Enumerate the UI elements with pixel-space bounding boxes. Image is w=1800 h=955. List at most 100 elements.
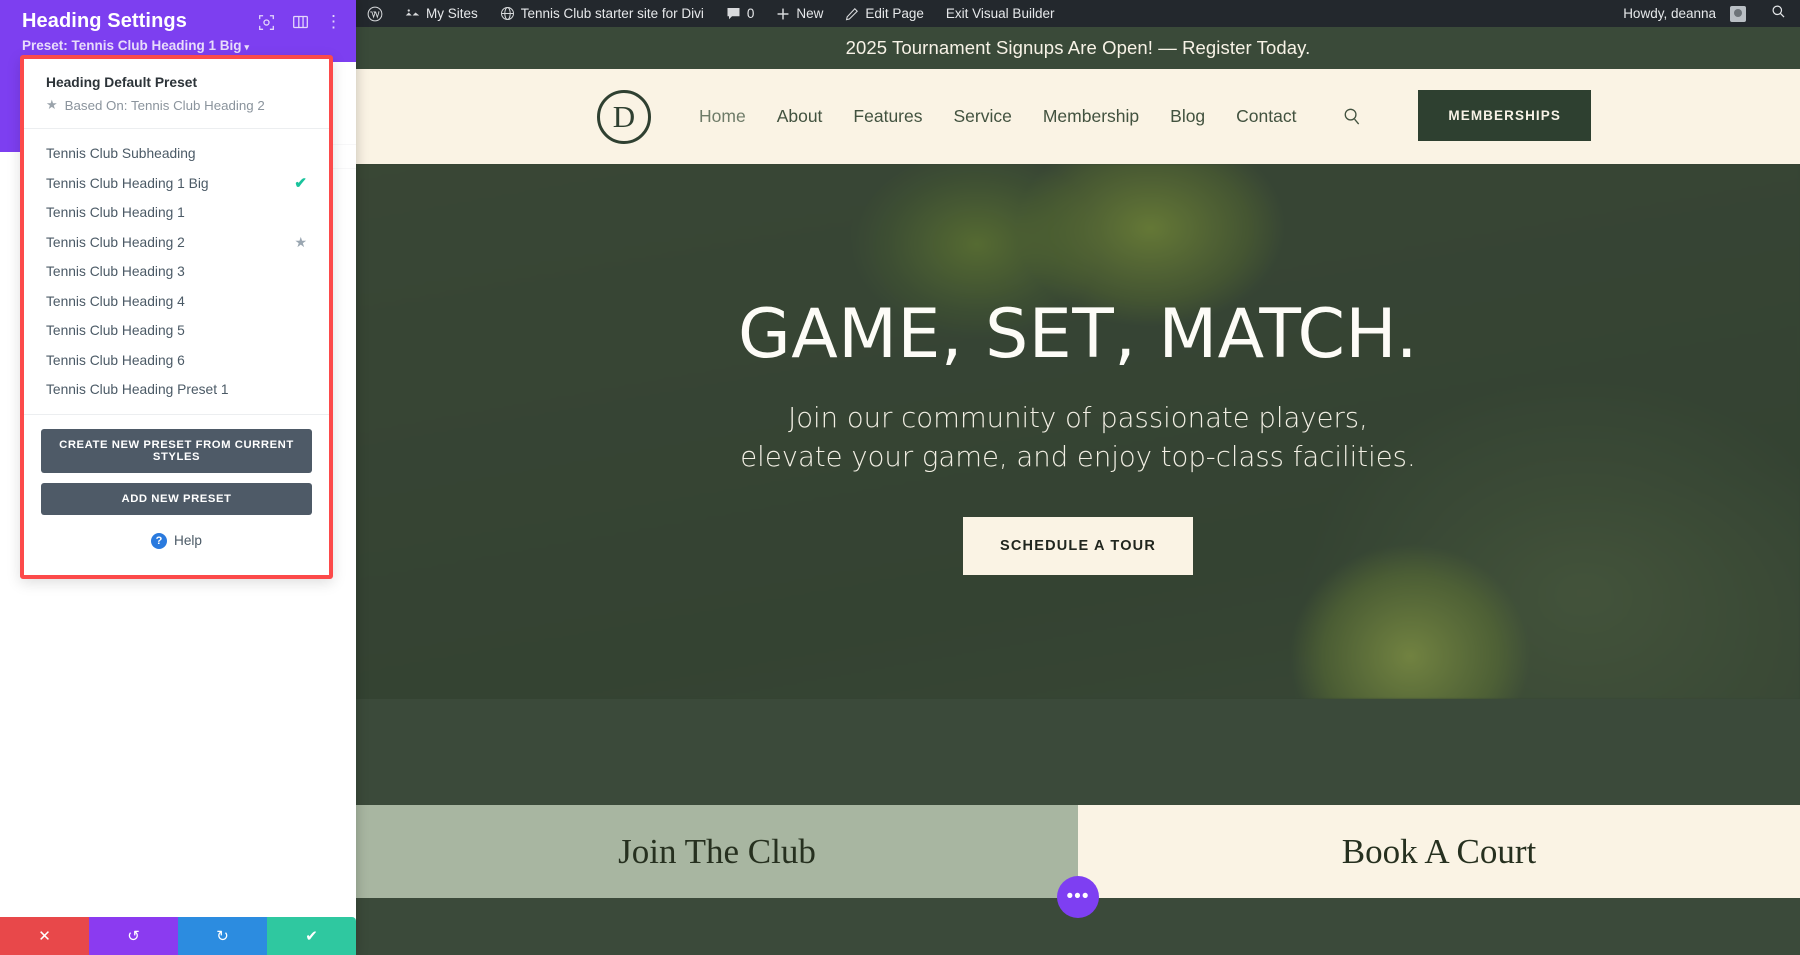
save-button[interactable]: ✔ (267, 917, 356, 955)
admin-bar-exit-label: Exit Visual Builder (945, 6, 1055, 21)
nav-item-about[interactable]: About (777, 106, 823, 127)
tile-join-the-club[interactable]: Join The Club (356, 805, 1078, 898)
pencil-icon (846, 7, 859, 20)
add-new-preset-button[interactable]: ADD NEW PRESET (41, 482, 312, 515)
website-preview: 2025 Tournament Signups Are Open! — Regi… (356, 0, 1800, 955)
nav-item-service[interactable]: Service (953, 106, 1011, 127)
help-link-label: Help (174, 533, 202, 548)
plus-icon (777, 8, 789, 19)
kebab-menu-icon[interactable]: ⋮ (325, 13, 342, 30)
star-icon: ★ (294, 233, 307, 250)
section-options-dots-button[interactable]: ••• (1057, 876, 1099, 918)
preset-default-basedon: ★ Based On: Tennis Club Heading 2 (46, 97, 307, 113)
comment-icon (727, 7, 740, 19)
admin-bar-new[interactable]: New (765, 0, 834, 27)
redo-icon: ↻ (216, 928, 229, 945)
preset-item-heading-preset-1[interactable]: Tennis Club Heading Preset 1 (24, 375, 329, 405)
preset-item-heading-1-big[interactable]: Tennis Club Heading 1 Big ✔ (24, 169, 329, 199)
site-nav: Home About Features Service Membership B… (699, 106, 1362, 127)
preset-item-label: Tennis Club Heading 1 Big (46, 175, 209, 191)
hero-section: GAME, SET, MATCH. Join our community of … (356, 164, 1800, 699)
panel-footer-toolbar: ✕ ↺ ↻ ✔ (0, 917, 356, 955)
sites-icon (405, 8, 420, 15)
preset-item-heading-1[interactable]: Tennis Club Heading 1 (24, 198, 329, 228)
avatar (1730, 5, 1746, 22)
preset-item-label: Tennis Club Heading 5 (46, 323, 185, 339)
schedule-a-tour-button[interactable]: SCHEDULE A TOUR (962, 517, 1194, 576)
hero-subtitle: Join our community of passionate players… (740, 399, 1415, 477)
admin-bar-wordpress-logo[interactable] (356, 0, 394, 27)
nav-item-contact[interactable]: Contact (1236, 106, 1296, 127)
question-mark-icon: ? (151, 532, 168, 549)
hero-subtitle-line-2: elevate your game, and enjoy top-class f… (740, 441, 1416, 474)
preset-item-label: Tennis Club Heading 4 (46, 293, 185, 309)
nav-item-blog[interactable]: Blog (1170, 106, 1205, 127)
admin-bar-howdy-label: Howdy, deanna (1623, 6, 1716, 21)
preset-selector-label: Preset: Tennis Club Heading 1 Big (22, 38, 242, 53)
announcement-bar: 2025 Tournament Signups Are Open! — Regi… (356, 27, 1800, 69)
preset-item-label: Tennis Club Subheading (46, 146, 196, 162)
help-link[interactable]: ? Help (41, 525, 312, 565)
site-icon (500, 7, 514, 20)
preset-item-heading-2[interactable]: Tennis Club Heading 2 ★ (24, 228, 329, 258)
panel-header: Heading Settings Preset: Tennis Club Hea… (0, 0, 356, 62)
check-icon: ✔ (305, 928, 318, 945)
preset-dropdown: Heading Default Preset ★ Based On: Tenni… (20, 55, 333, 579)
search-icon[interactable] (1343, 107, 1362, 126)
preset-item-label: Tennis Club Heading 3 (46, 264, 185, 280)
preset-actions: CREATE NEW PRESET FROM CURRENT STYLES AD… (24, 415, 329, 575)
nav-item-membership[interactable]: Membership (1043, 106, 1139, 127)
admin-bar-my-sites[interactable]: My Sites (394, 0, 489, 27)
hero-subtitle-line-1: Join our community of passionate players… (788, 402, 1368, 435)
preset-default-basedon-label: Based On: Tennis Club Heading 2 (64, 97, 265, 113)
wp-admin-bar: My Sites Tennis Club starter site for Di… (356, 0, 1800, 27)
preset-default-title: Heading Default Preset (46, 75, 198, 90)
admin-bar-my-sites-label: My Sites (426, 6, 478, 21)
admin-bar-new-label: New (796, 6, 824, 21)
admin-bar-edit-page[interactable]: Edit Page (834, 0, 935, 27)
screen-root: 2025 Tournament Signups Are Open! — Regi… (0, 0, 1800, 955)
hero-title: GAME, SET, MATCH. (738, 295, 1418, 374)
undo-button[interactable]: ↺ (89, 917, 178, 955)
chevron-down-icon: ▾ (244, 42, 250, 52)
preset-item-heading-4[interactable]: Tennis Club Heading 4 (24, 287, 329, 317)
check-icon: ✔ (294, 175, 307, 193)
admin-bar-search-icon[interactable] (1757, 4, 1800, 23)
preset-list: Tennis Club Subheading Tennis Club Headi… (24, 129, 329, 415)
admin-bar-comments[interactable]: 0 (715, 0, 766, 27)
memberships-button[interactable]: MEMBERSHIPS (1418, 89, 1591, 141)
nav-item-features[interactable]: Features (853, 106, 922, 127)
close-icon: ✕ (38, 928, 51, 945)
admin-bar-comments-count: 0 (746, 6, 755, 21)
admin-bar-site-name-label: Tennis Club starter site for Divi (520, 6, 704, 21)
layout-columns-icon[interactable] (291, 13, 309, 31)
wordpress-icon (367, 6, 383, 21)
preset-item-heading-5[interactable]: Tennis Club Heading 5 (24, 316, 329, 346)
undo-icon: ↺ (127, 928, 140, 945)
tile-book-a-court[interactable]: Book A Court (1078, 805, 1800, 898)
create-new-preset-button[interactable]: CREATE NEW PRESET FROM CURRENT STYLES (41, 428, 312, 473)
close-button[interactable]: ✕ (0, 917, 89, 955)
star-icon: ★ (46, 97, 58, 112)
preset-selector[interactable]: Preset: Tennis Club Heading 1 Big ▾ (22, 38, 340, 53)
nav-item-home[interactable]: Home (699, 106, 746, 127)
preset-item-label: Tennis Club Heading 1 (46, 205, 185, 221)
heading-settings-panel: er ⋮ Heading Settings Preset: Tennis Clu… (0, 0, 356, 955)
target-icon[interactable] (257, 13, 275, 31)
preset-item-label: Tennis Club Heading 6 (46, 352, 185, 368)
announcement-text: 2025 Tournament Signups Are Open! — Regi… (845, 37, 1311, 58)
site-logo[interactable]: D (597, 89, 651, 144)
admin-bar-edit-page-label: Edit Page (865, 6, 924, 21)
redo-button[interactable]: ↻ (178, 917, 267, 955)
logo-letter: D (612, 99, 636, 134)
preset-item-heading-6[interactable]: Tennis Club Heading 6 (24, 346, 329, 376)
preset-default-item[interactable]: Heading Default Preset ★ Based On: Tenni… (24, 59, 329, 129)
admin-bar-exit-visual-builder[interactable]: Exit Visual Builder (935, 0, 1066, 27)
preset-item-label: Tennis Club Heading 2 (46, 234, 185, 250)
site-navbar: D Home About Features Service Membership… (356, 69, 1800, 164)
preset-item-label: Tennis Club Heading Preset 1 (46, 382, 229, 398)
admin-bar-site-name[interactable]: Tennis Club starter site for Divi (489, 0, 715, 27)
preset-item-heading-3[interactable]: Tennis Club Heading 3 (24, 257, 329, 287)
preset-item-subheading[interactable]: Tennis Club Subheading (24, 139, 329, 169)
admin-bar-account[interactable]: Howdy, deanna (1612, 0, 1757, 27)
